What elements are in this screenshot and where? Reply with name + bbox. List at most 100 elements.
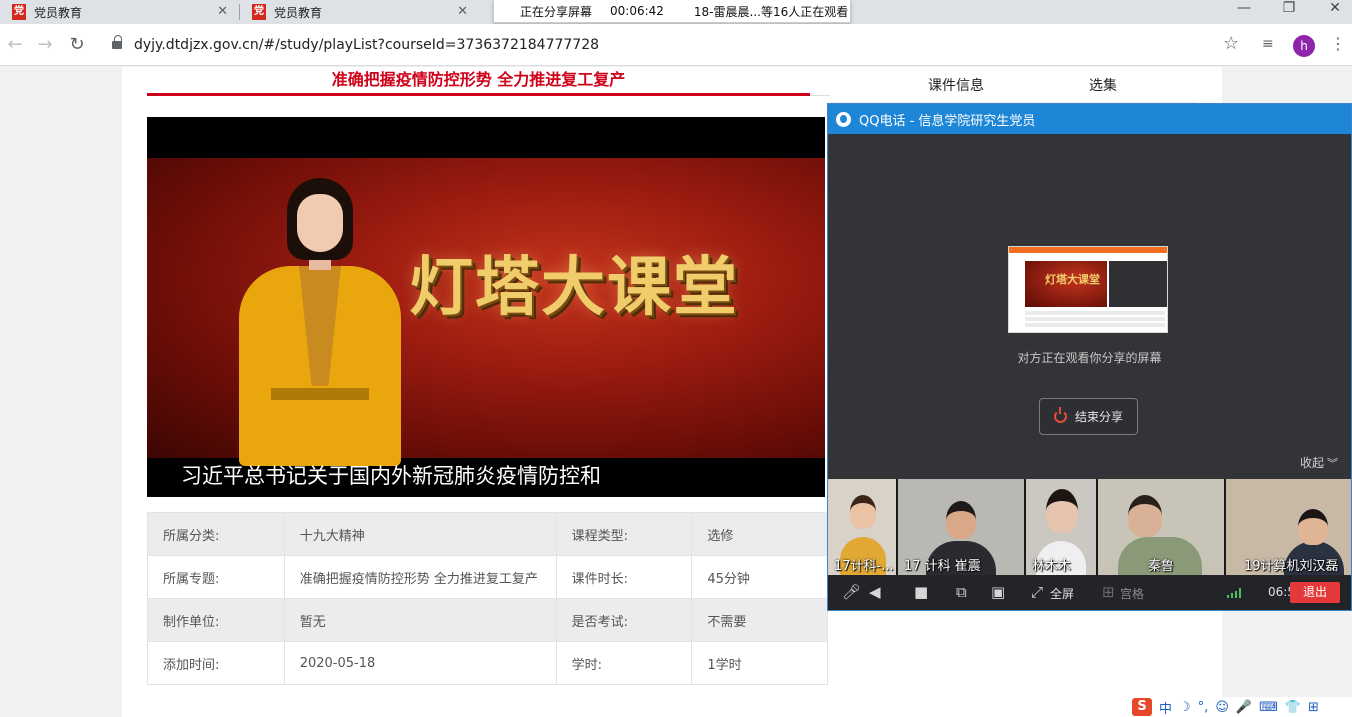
tab-course-info[interactable]: 课件信息 (928, 75, 984, 95)
participant-name: 秦鲁 (1148, 559, 1175, 574)
info-value: 2020-05-18 (283, 641, 557, 685)
participant-head (1046, 489, 1078, 533)
moon-icon[interactable]: ☽ (1179, 700, 1191, 715)
browser-tab-1[interactable]: 党 党员教育 ✕ (0, 0, 238, 24)
title-underline (147, 93, 810, 96)
course-title: 准确把握疫情防控形势 全力推进复工复产 (331, 70, 626, 89)
info-value: 45分钟 (691, 555, 828, 599)
skin-icon[interactable]: 👕 (1285, 700, 1301, 715)
punctuation-icon[interactable]: °, (1198, 700, 1209, 715)
participant-tile[interactable]: 17计科-... (828, 479, 896, 575)
table-row: 添加时间: 2020-05-18 学时: 1学时 (147, 641, 828, 685)
participant-tile[interactable]: 秦鲁 (1098, 479, 1224, 575)
window-close-icon[interactable]: ✕ (1325, 0, 1345, 16)
info-label: 课程类型: (555, 512, 693, 556)
participant-head (850, 495, 876, 529)
profile-avatar[interactable]: h (1293, 35, 1315, 57)
sogou-logo-icon[interactable]: S (1132, 698, 1152, 716)
signal-strength-icon (1227, 588, 1243, 598)
info-value: 暂无 (283, 598, 557, 642)
browser-tab-3[interactable] (481, 0, 493, 24)
close-tab-icon[interactable]: ✕ (217, 4, 228, 19)
share-elapsed-time: 00:06:42 (610, 4, 664, 18)
grid-view-button[interactable]: 宫格 (1120, 585, 1144, 602)
bookmark-star-icon[interactable]: ☆ (1223, 33, 1239, 54)
info-label: 所属专题: (147, 555, 285, 599)
close-tab-icon[interactable]: ✕ (457, 4, 468, 19)
table-row: 所属专题: 准确把握疫情防控形势 全力推进复工复产 课件时长: 45分钟 (147, 555, 828, 599)
camera-icon[interactable]: ■ (914, 583, 928, 601)
participant-name: 19计算机刘汉磊 (1244, 559, 1339, 574)
forward-icon[interactable]: → (34, 34, 56, 55)
browser-menu-icon[interactable]: ⋮ (1330, 34, 1346, 53)
double-chevron-down-icon: ︾ (1327, 457, 1339, 470)
fullscreen-icon[interactable]: ⤢ (1031, 583, 1043, 601)
share-viewers-text: 18-雷晨晨...等16人正在观看 (693, 4, 849, 19)
course-info-table: 所属分类: 十九大精神 课程类型: 选修 所属专题: 准确把握疫情防控形势 全力… (147, 512, 828, 685)
end-share-label: 结束分享 (1074, 410, 1123, 424)
collapse-button[interactable]: 收起 ︾ (1300, 454, 1338, 471)
toolbox-icon[interactable]: ⊞ (1308, 700, 1319, 715)
address-toolbar: ← → ↻ dyjy.dtdjzx.gov.cn/#/study/playLis… (0, 24, 1352, 66)
info-label: 是否考试: (555, 598, 693, 642)
reload-icon[interactable]: ↻ (66, 34, 88, 55)
table-row: 所属分类: 十九大精神 课程类型: 选修 (147, 512, 828, 556)
info-value: 1学时 (691, 641, 828, 685)
info-value: 十九大精神 (283, 512, 557, 556)
party-logo-icon: 党 (252, 4, 266, 20)
participant-name: 17 计科 崔震 (904, 559, 981, 574)
anchor-belt (271, 388, 369, 400)
info-label: 添加时间: (147, 641, 285, 685)
share-status-text: 正在分享屏幕 (520, 4, 593, 19)
call-toolbar: 🎤︎ ◀︎ ■ ⧉ ▣ ⤢ 全屏 ⊞ 宫格 06:54 退出 (828, 575, 1351, 610)
video-frame: 灯塔大课堂 (147, 158, 825, 466)
anchor-face (297, 194, 343, 252)
lock-icon[interactable] (112, 35, 122, 50)
speaker-icon[interactable]: ◀︎ (869, 583, 881, 601)
keyboard-icon[interactable]: ⌨ (1259, 700, 1278, 715)
participant-head (1298, 509, 1328, 545)
thumbnail-call-window (1109, 261, 1167, 307)
screen-share-icon[interactable]: ⧉ (956, 583, 967, 601)
tab-title: 党员教育 (274, 5, 323, 20)
qq-title-bar[interactable]: QQ电话 - 信息学院研究生党员 (828, 104, 1351, 134)
back-icon[interactable]: ← (4, 34, 26, 55)
info-value: 不需要 (691, 598, 828, 642)
grid-view-icon[interactable]: ⊞ (1102, 583, 1115, 601)
url-field[interactable]: dyjy.dtdjzx.gov.cn/#/study/playList?cour… (134, 37, 599, 53)
emoji-icon[interactable]: ☺ (1215, 700, 1229, 715)
qq-logo-icon (836, 111, 851, 127)
qq-call-window: QQ电话 - 信息学院研究生党员 灯塔大课堂 对方正在观看你分享的屏幕 结束分享… (827, 103, 1352, 611)
info-label: 学时: (555, 641, 693, 685)
thumbnail-table (1025, 311, 1165, 329)
info-label: 所属分类: (147, 512, 285, 556)
info-value: 准确把握疫情防控形势 全力推进复工复产 (283, 555, 557, 599)
voice-icon[interactable]: 🎤 (1236, 700, 1252, 715)
power-icon (1053, 407, 1067, 423)
microphone-icon[interactable]: 🎤︎ (842, 583, 861, 601)
fullscreen-button[interactable]: 全屏 (1050, 585, 1074, 602)
restore-icon[interactable]: ❐ (1279, 0, 1299, 16)
qq-window-title: QQ电话 - 信息学院研究生党员 (859, 113, 1036, 129)
participant-tile[interactable]: 17 计科 崔震 (898, 479, 1024, 575)
whiteboard-icon[interactable]: ▣ (991, 583, 1005, 601)
thumbnail-video: 灯塔大课堂 (1025, 261, 1107, 307)
participant-tile[interactable]: 19计算机刘汉磊 (1226, 479, 1351, 575)
minimize-icon[interactable]: — (1234, 0, 1254, 16)
video-subtitle: 习近平总书记关于国内外新冠肺炎疫情防控和 (181, 464, 601, 488)
participant-tile[interactable]: 林木木 (1026, 479, 1096, 575)
title-divider (810, 95, 830, 96)
course-side-tabs: 课件信息 选集 (830, 67, 1196, 103)
tab-episodes[interactable]: 选集 (1089, 75, 1117, 95)
ime-status-bar: S 中 ☽ °, ☺ 🎤 ⌨ 👕 ⊞ (1128, 697, 1352, 717)
info-label: 制作单位: (147, 598, 285, 642)
video-player[interactable]: 灯塔大课堂 习近平总书记关于国内外新冠肺炎疫情防控和 (147, 117, 825, 497)
ime-mode-toggle[interactable]: 中 (1159, 698, 1172, 717)
exit-call-button[interactable]: 退出 (1290, 582, 1340, 603)
tab-title: 党员教育 (34, 5, 83, 20)
end-share-button[interactable]: 结束分享 (1039, 398, 1138, 435)
browser-tab-2[interactable]: 党 党员教育 ✕ (240, 0, 478, 24)
participant-head (946, 501, 976, 539)
watching-status-text: 对方正在观看你分享的屏幕 (1017, 351, 1162, 365)
media-control-icon[interactable]: ≡ (1262, 36, 1274, 52)
